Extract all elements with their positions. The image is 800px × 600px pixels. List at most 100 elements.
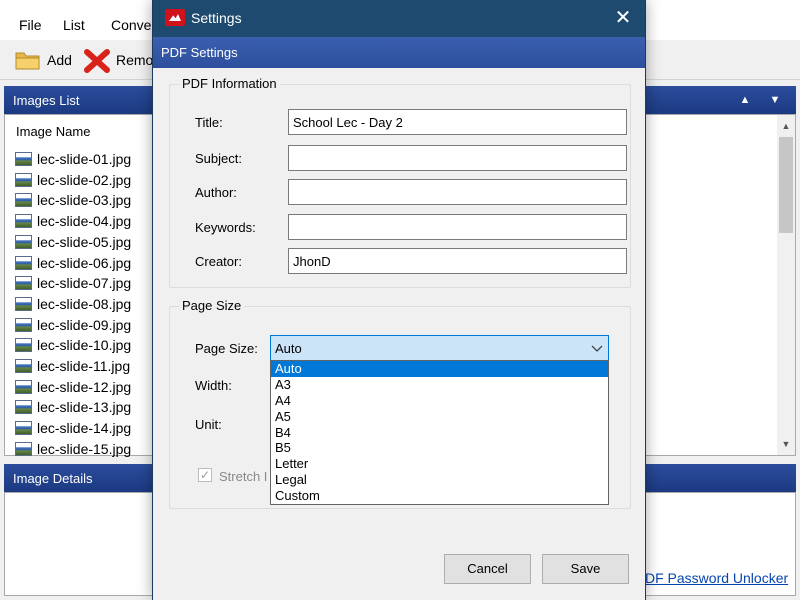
cancel-button[interactable]: Cancel bbox=[444, 554, 531, 584]
list-item[interactable]: lec-slide-08.jpg bbox=[15, 294, 131, 314]
remove-button-label: Remo bbox=[116, 52, 154, 68]
unit-label: Unit: bbox=[195, 417, 222, 432]
pdf-settings-title: PDF Settings bbox=[161, 45, 238, 60]
list-item[interactable]: lec-slide-12.jpg bbox=[15, 377, 131, 397]
arrow-down-icon[interactable]: ▼ bbox=[768, 93, 782, 107]
close-icon[interactable]: ✕ bbox=[609, 5, 637, 31]
dropdown-option[interactable]: A5 bbox=[271, 409, 608, 425]
image-file-icon bbox=[15, 234, 32, 249]
settings-dialog: Settings ✕ PDF Settings PDF Information … bbox=[152, 0, 646, 600]
dialog-titlebar: Settings ✕ bbox=[153, 0, 645, 37]
file-name: lec-slide-08.jpg bbox=[37, 295, 132, 312]
add-button-label: Add bbox=[47, 52, 72, 68]
image-file-icon bbox=[15, 214, 32, 229]
list-item[interactable]: lec-slide-14.jpg bbox=[15, 418, 131, 438]
pdf-settings-header: PDF Settings bbox=[153, 37, 645, 68]
add-button[interactable]: Add bbox=[15, 46, 72, 74]
scroll-down-icon[interactable]: ▼ bbox=[779, 435, 793, 453]
creator-field[interactable] bbox=[288, 248, 627, 274]
image-file-icon bbox=[15, 441, 32, 456]
vertical-scrollbar[interactable]: ▲ ▼ bbox=[777, 115, 795, 455]
scroll-thumb[interactable] bbox=[779, 137, 793, 233]
dropdown-option[interactable]: Letter bbox=[271, 456, 608, 472]
page-size-selected-value: Auto bbox=[275, 341, 302, 356]
dropdown-option[interactable]: Custom bbox=[271, 488, 608, 504]
page-size-label: Page Size: bbox=[195, 341, 258, 356]
menu-file[interactable]: File bbox=[19, 17, 42, 33]
scroll-up-icon[interactable]: ▲ bbox=[779, 117, 793, 135]
list-item[interactable]: lec-slide-04.jpg bbox=[15, 211, 131, 231]
pdf-information-title: PDF Information bbox=[179, 76, 280, 91]
file-name: lec-slide-03.jpg bbox=[37, 192, 132, 209]
file-name: lec-slide-10.jpg bbox=[37, 337, 132, 354]
keywords-field[interactable] bbox=[288, 214, 627, 240]
image-file-icon bbox=[15, 379, 32, 394]
title-field[interactable] bbox=[288, 109, 627, 135]
file-name: lec-slide-02.jpg bbox=[37, 171, 132, 188]
subject-field[interactable] bbox=[288, 145, 627, 171]
app-logo-icon bbox=[165, 9, 185, 26]
dropdown-option[interactable]: B4 bbox=[271, 425, 608, 441]
column-header-image-name[interactable]: Image Name bbox=[16, 124, 90, 139]
list-item[interactable]: lec-slide-15.jpg bbox=[15, 439, 131, 459]
dropdown-option[interactable]: A4 bbox=[271, 393, 608, 409]
image-file-icon bbox=[15, 317, 32, 332]
list-item[interactable]: lec-slide-05.jpg bbox=[15, 232, 131, 252]
image-file-icon bbox=[15, 359, 32, 373]
file-name: lec-slide-11.jpg bbox=[37, 358, 131, 374]
image-file-icon bbox=[15, 255, 32, 270]
menu-list[interactable]: List bbox=[63, 17, 85, 33]
menu-convert[interactable]: Conve bbox=[111, 17, 151, 33]
list-item[interactable]: lec-slide-09.jpg bbox=[15, 315, 131, 335]
dropdown-option[interactable]: Legal bbox=[271, 472, 608, 488]
file-name: lec-slide-07.jpg bbox=[37, 275, 132, 292]
file-name: lec-slide-05.jpg bbox=[37, 233, 132, 250]
file-name: lec-slide-04.jpg bbox=[37, 213, 132, 230]
pdf-information-group: PDF Information Title: Subject: Author: … bbox=[169, 76, 631, 288]
folder-icon bbox=[15, 49, 41, 71]
list-item[interactable]: lec-slide-01.jpg bbox=[15, 149, 131, 169]
image-file-icon bbox=[15, 400, 32, 415]
list-item[interactable]: lec-slide-03.jpg bbox=[15, 190, 131, 210]
pdf-password-unlocker-link[interactable]: DF Password Unlocker bbox=[645, 570, 788, 586]
file-name: lec-slide-13.jpg bbox=[37, 399, 132, 416]
dropdown-option[interactable]: Auto bbox=[271, 361, 608, 377]
remove-x-icon bbox=[84, 49, 110, 73]
stretch-checkbox[interactable]: ✓ bbox=[198, 468, 212, 482]
remove-button[interactable]: Remo bbox=[84, 46, 153, 74]
creator-label: Creator: bbox=[195, 254, 242, 269]
title-label: Title: bbox=[195, 115, 223, 130]
author-field[interactable] bbox=[288, 179, 627, 205]
file-name: lec-slide-15.jpg bbox=[37, 440, 132, 457]
list-item[interactable]: lec-slide-11.jpg bbox=[15, 356, 130, 376]
image-file-icon bbox=[15, 193, 32, 208]
file-name: lec-slide-01.jpg bbox=[37, 151, 132, 167]
image-file-icon bbox=[15, 338, 32, 353]
keywords-label: Keywords: bbox=[195, 220, 256, 235]
file-name: lec-slide-14.jpg bbox=[37, 420, 132, 437]
save-button[interactable]: Save bbox=[542, 554, 629, 584]
image-file-icon bbox=[15, 296, 32, 311]
file-name: lec-slide-12.jpg bbox=[37, 378, 132, 395]
image-file-icon bbox=[15, 421, 32, 436]
page-size-select[interactable]: Auto bbox=[270, 335, 609, 361]
dropdown-option[interactable]: B5 bbox=[271, 440, 608, 456]
page-size-dropdown[interactable]: Auto A3 A4 A5 B4 B5 Letter Legal Custom bbox=[270, 360, 609, 505]
dropdown-option[interactable]: A3 bbox=[271, 377, 608, 393]
list-item[interactable]: lec-slide-07.jpg bbox=[15, 273, 131, 293]
image-file-icon bbox=[15, 172, 32, 187]
image-file-icon bbox=[15, 276, 32, 291]
arrow-up-icon[interactable]: ▲ bbox=[738, 93, 752, 107]
list-item[interactable]: lec-slide-06.jpg bbox=[15, 253, 131, 273]
image-file-icon bbox=[15, 152, 32, 166]
list-item[interactable]: lec-slide-02.jpg bbox=[15, 170, 131, 190]
list-item[interactable]: lec-slide-10.jpg bbox=[15, 335, 131, 355]
image-details-title: Image Details bbox=[13, 471, 93, 486]
checkbox-checked-icon: ✓ bbox=[199, 468, 211, 482]
author-label: Author: bbox=[195, 185, 237, 200]
list-item[interactable]: lec-slide-13.jpg bbox=[15, 397, 131, 417]
subject-label: Subject: bbox=[195, 151, 242, 166]
page-size-group-title: Page Size bbox=[179, 298, 245, 313]
width-label: Width: bbox=[195, 378, 232, 393]
file-name: lec-slide-09.jpg bbox=[37, 316, 132, 333]
